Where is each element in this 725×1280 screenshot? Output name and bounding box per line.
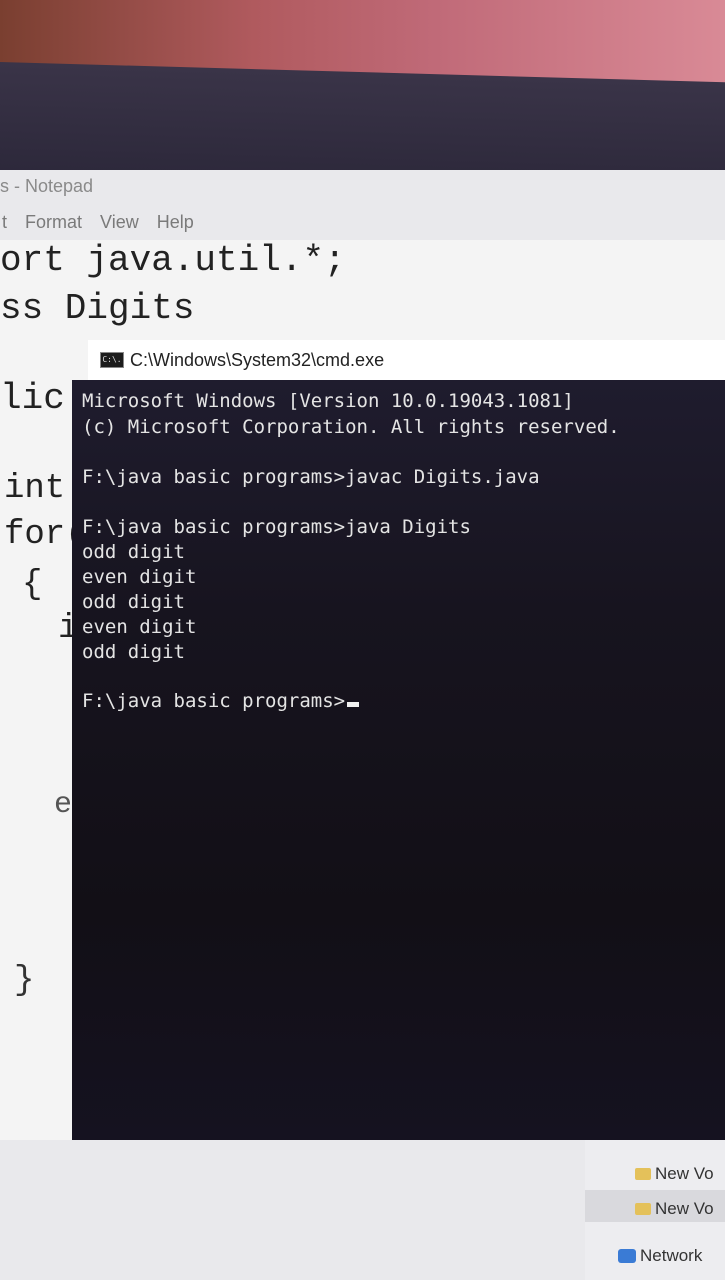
- code-line: }: [14, 962, 35, 1000]
- cmd-titlebar[interactable]: C:\. C:\Windows\System32\cmd.exe: [88, 340, 725, 381]
- notepad-title: s - Notepad: [0, 176, 94, 196]
- menu-format[interactable]: Format: [23, 212, 82, 233]
- code-line: ort java.util.*;: [0, 240, 346, 281]
- code-line: int: [4, 470, 66, 508]
- explorer-item-label: New Vo: [655, 1199, 714, 1218]
- cmd-console[interactable]: Microsoft Windows [Version 10.0.19043.10…: [72, 380, 725, 1140]
- notepad-menubar: t Format View Help: [0, 212, 194, 233]
- code-line: ss Digits: [0, 288, 195, 329]
- console-line: F:\java basic programs>java Digits: [82, 516, 471, 538]
- cmd-title: C:\Windows\System32\cmd.exe: [130, 349, 385, 370]
- cmd-icon: C:\.: [100, 352, 124, 368]
- explorer-item-label: New Vo: [655, 1164, 714, 1183]
- console-line: odd digit: [82, 641, 185, 663]
- explorer-item-new-volume[interactable]: New Vo: [635, 1199, 714, 1219]
- menu-view[interactable]: View: [98, 212, 139, 233]
- menu-help[interactable]: Help: [155, 212, 194, 233]
- drive-icon: [635, 1203, 651, 1215]
- drive-icon: [635, 1168, 651, 1180]
- console-line: Microsoft Windows [Version 10.0.19043.10…: [82, 390, 574, 412]
- console-line: odd digit: [82, 591, 185, 613]
- console-line: even digit: [82, 616, 197, 638]
- console-line: F:\java basic programs>javac Digits.java: [82, 466, 540, 488]
- cmd-window[interactable]: C:\. C:\Windows\System32\cmd.exe Microso…: [72, 340, 725, 1140]
- network-icon: [618, 1249, 636, 1263]
- text-cursor: [347, 702, 360, 707]
- explorer-item-label: Network: [640, 1246, 703, 1265]
- console-line: (c) Microsoft Corporation. All rights re…: [82, 416, 620, 438]
- code-line: lic: [0, 378, 65, 419]
- console-prompt-line: F:\java basic programs>: [82, 690, 360, 712]
- menu-edit[interactable]: t: [0, 212, 7, 233]
- console-line: odd digit: [82, 541, 185, 563]
- console-prompt: F:\java basic programs>: [82, 690, 346, 712]
- code-line: e: [54, 788, 73, 822]
- explorer-item-network[interactable]: Network: [618, 1246, 702, 1266]
- code-line: {: [22, 566, 43, 604]
- console-line: even digit: [82, 566, 197, 588]
- explorer-item-new-volume[interactable]: New Vo: [635, 1164, 714, 1184]
